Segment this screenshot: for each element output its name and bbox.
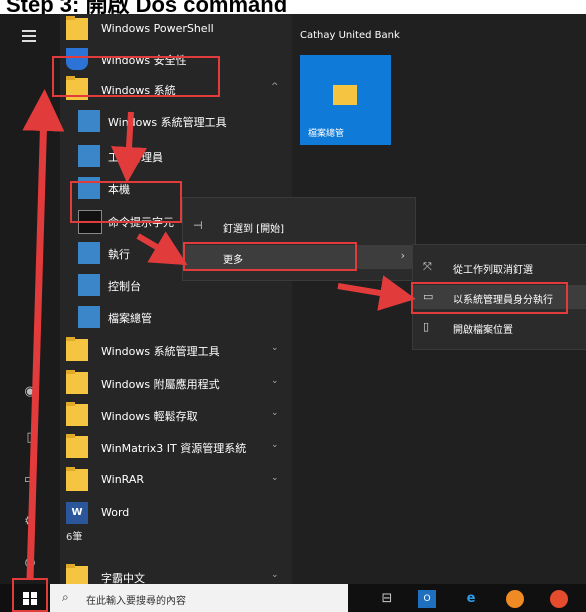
start-menu-item[interactable]: WinRAR ⌄ (66, 465, 286, 495)
control-panel-icon (78, 274, 100, 296)
start-rail (0, 14, 60, 584)
start-menu-item-label: 控制台 (108, 280, 141, 293)
chevron-down-icon: ⌄ (271, 376, 279, 386)
folder-icon (66, 337, 88, 361)
caption-text: Step 3: 開啟 Dos command (6, 0, 288, 14)
search-placeholder: 在此輸入要搜尋的內容 (86, 596, 186, 607)
open-location-label: 開啟檔案位置 (453, 325, 513, 336)
hamburger-menu-icon[interactable] (22, 30, 36, 45)
folder-icon (66, 16, 88, 40)
start-menu-item[interactable]: Windows PowerShell (66, 14, 286, 44)
start-menu-item-label: 檔案總管 (108, 312, 152, 325)
start-menu-item[interactable]: Windows 系統管理工具 ⌄ (66, 335, 286, 365)
folder-icon (333, 85, 357, 105)
start-menu-item-label: WinRAR (101, 473, 145, 486)
taskbar-search-box[interactable]: ⌕ 在此輸入要搜尋的內容 (50, 584, 348, 612)
start-menu-item[interactable]: 檔案總管 (66, 302, 286, 332)
word-icon: W (66, 502, 88, 524)
tile-label: 檔案總管 (308, 129, 345, 139)
power-icon[interactable]: ⏻ (22, 556, 38, 572)
tile-group-title: Cathay United Bank (300, 30, 400, 41)
annotation-box-start (12, 578, 48, 612)
start-menu-item[interactable]: WinMatrix3 IT 資源管理系統 ⌄ (66, 432, 286, 462)
start-menu-item-label: Windows 系統管理工具 (108, 116, 227, 129)
start-menu-item-label: Windows 輕鬆存取 (101, 410, 198, 423)
task-manager-icon (78, 145, 100, 167)
pin-to-start-label: 釘選到 [開始] (223, 224, 284, 235)
documents-icon[interactable]: ▯ (22, 430, 38, 446)
folder-icon (66, 402, 88, 426)
user-account-icon[interactable]: ◉ (22, 384, 38, 400)
search-icon: ⌕ (62, 590, 69, 604)
settings-gear-icon[interactable]: ⚙ (22, 514, 38, 530)
chevron-up-icon: ^ (271, 82, 279, 92)
open-file-location-item[interactable]: ▯ 開啟檔案位置 (413, 315, 586, 339)
pin-icon: ⊣ (193, 219, 203, 232)
chevron-down-icon: ⌄ (271, 343, 279, 353)
start-menu-item-label: Windows 附屬應用程式 (101, 378, 220, 391)
start-menu-item-label: Windows PowerShell (101, 22, 214, 35)
document-icon: ▯ (423, 320, 430, 333)
tutorial-caption: Step 3: 開啟 Dos command (0, 0, 586, 14)
task-view-icon[interactable]: ⊟ (378, 590, 396, 608)
folder-icon (66, 434, 88, 458)
start-menu-item[interactable]: Windows 系統管理工具 (66, 106, 286, 136)
section-header: 6筆 (66, 532, 83, 543)
edge-icon[interactable]: e (462, 590, 480, 608)
outlook-icon[interactable]: O (418, 590, 436, 608)
unpin-icon: ⤧ (423, 260, 432, 273)
start-menu-item-label: WinMatrix3 IT 資源管理系統 (101, 442, 247, 455)
start-menu-item-label: 執行 (108, 248, 130, 261)
folder-icon (66, 370, 88, 394)
pin-to-start-item[interactable]: ⊣ 釘選到 [開始] (183, 214, 415, 238)
start-menu-item[interactable]: 工作管理員 (66, 141, 286, 171)
unpin-from-taskbar-item[interactable]: ⤧ 從工作列取消釘選 (413, 255, 586, 279)
file-explorer-tile[interactable]: 檔案總管 (300, 55, 391, 145)
start-menu-item-label: Word (101, 506, 130, 519)
start-menu-item-label: Windows 系統管理工具 (101, 345, 220, 358)
admin-tools-icon (78, 110, 100, 132)
pictures-icon[interactable]: ▭ (22, 472, 38, 488)
file-explorer-icon (78, 306, 100, 328)
firefox-icon[interactable] (506, 590, 524, 608)
annotation-box-windows-system (52, 56, 220, 97)
annotation-box-more (183, 242, 357, 271)
annotation-box-command-prompt (70, 181, 182, 223)
run-icon (78, 242, 100, 264)
chevron-down-icon: ⌄ (271, 570, 279, 580)
start-menu-item[interactable]: W Word (66, 498, 286, 528)
annotation-box-run-as-admin (411, 282, 568, 314)
start-menu-item[interactable]: Windows 輕鬆存取 ⌄ (66, 400, 286, 430)
start-menu-item[interactable]: Windows 附屬應用程式 ⌄ (66, 368, 286, 398)
chevron-right-icon: › (400, 249, 405, 262)
chevron-down-icon: ⌄ (271, 440, 279, 450)
chevron-down-icon: ⌄ (271, 408, 279, 418)
chevron-down-icon: ⌄ (271, 473, 279, 483)
unpin-label: 從工作列取消釘選 (453, 265, 533, 276)
start-menu-item-label: 工作管理員 (108, 151, 163, 164)
chrome-icon[interactable] (550, 590, 568, 608)
folder-icon (66, 467, 88, 491)
